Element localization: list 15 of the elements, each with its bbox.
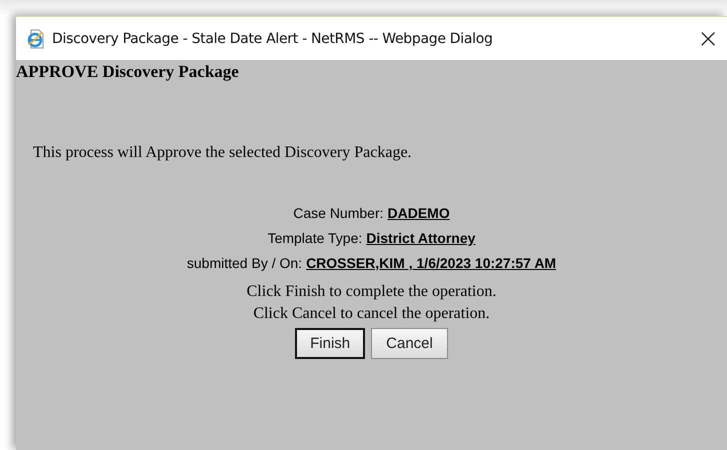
field-label: submitted By / On: xyxy=(186,255,302,271)
window-title: Discovery Package - Stale Date Alert - NetRMS -- Webpage Dialog xyxy=(52,30,494,46)
field-link[interactable]: DADEMO xyxy=(388,205,450,221)
dialog-button[interactable]: Finish xyxy=(295,328,366,359)
close-button[interactable]: × xyxy=(689,26,727,52)
browser-icon xyxy=(26,28,46,48)
message-text: This process will Approve the selected Discovery Package. xyxy=(33,144,413,162)
field-label: Case Number: xyxy=(293,205,384,221)
field-link[interactable]: CROSSER,KIM , 1/6/2023 10:27:57 AM xyxy=(306,255,556,271)
instruction-text: Click Finish to complete the operation. xyxy=(246,282,496,302)
dialog-heading: APPROVE Discovery Package xyxy=(16,62,240,82)
dialog-button[interactable]: Cancel xyxy=(371,328,448,359)
field-link[interactable]: District Attorney xyxy=(366,230,476,246)
instruction-text: Click Cancel to cancel the operation. xyxy=(253,304,490,324)
field-label: Template Type: xyxy=(268,230,362,246)
